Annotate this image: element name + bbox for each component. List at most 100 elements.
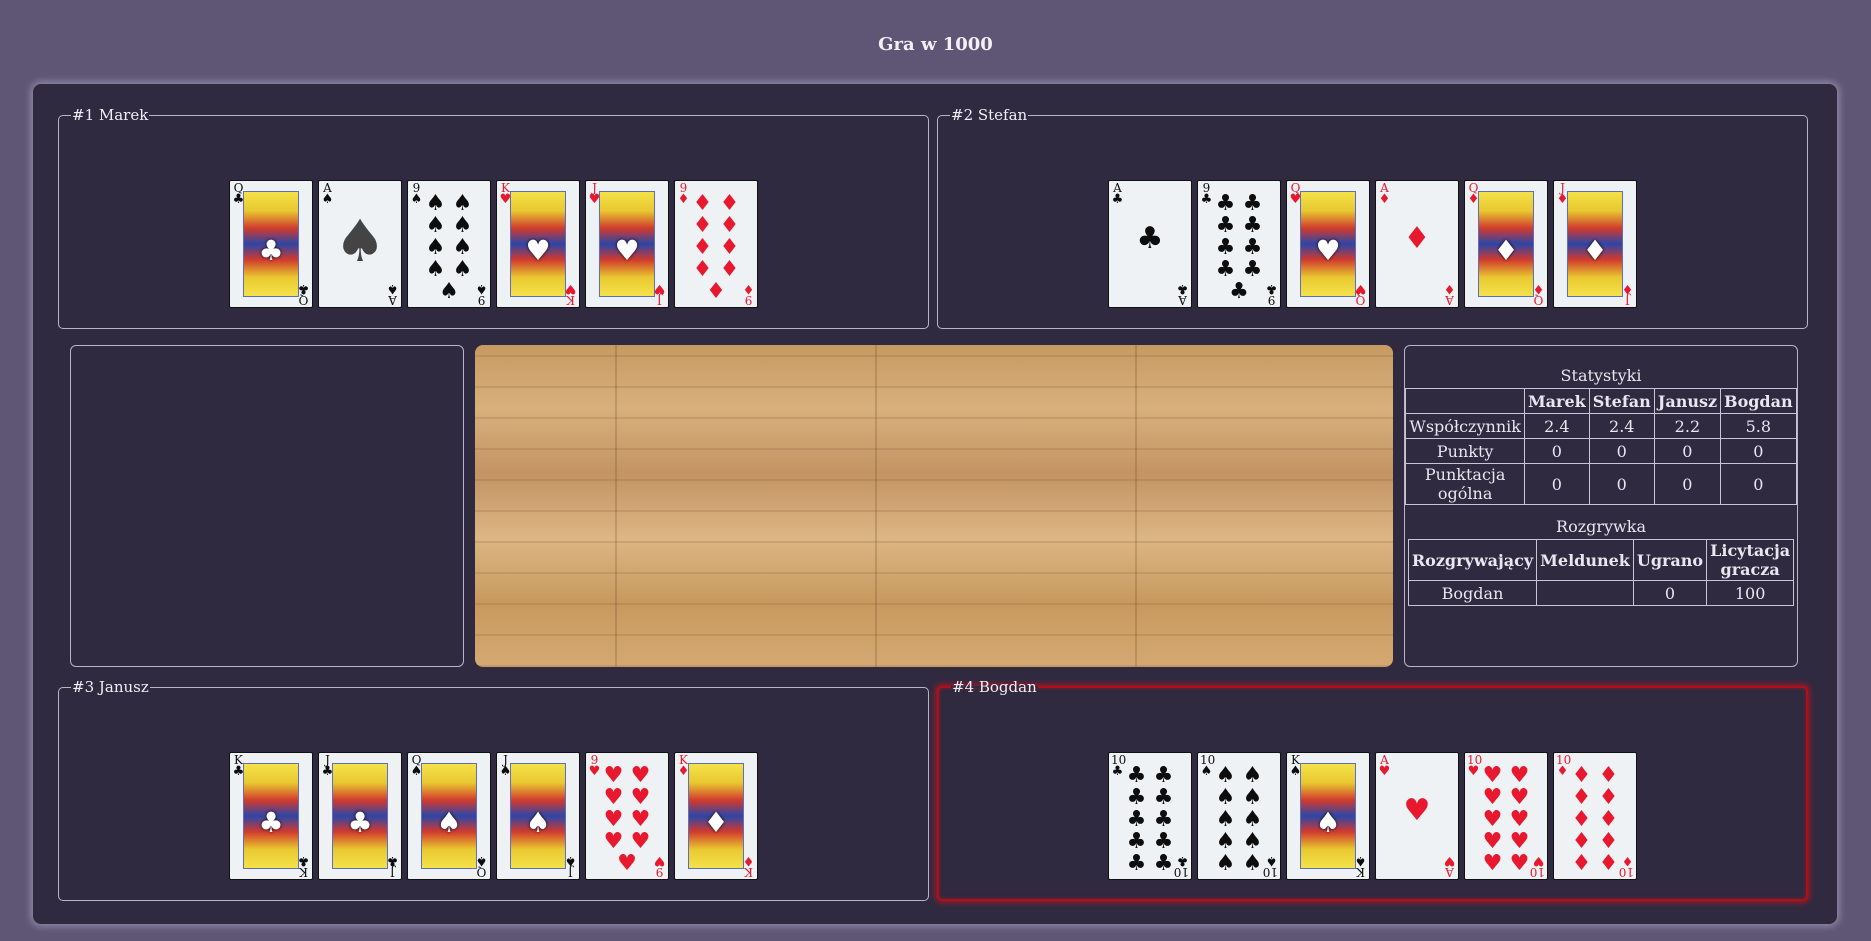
card-10-of-spades[interactable]: 10 ♠ ♠ ♠ ♠ ♠ ♠ ♠ ♠ ♠ ♠ ♠ 10 ♠ bbox=[1197, 752, 1281, 880]
card-k-of-clubs[interactable]: K ♣ ♣ K ♣ bbox=[229, 752, 313, 880]
card-pips: ♥ ♥ ♥ ♥ ♥ ♥ ♥ ♥ ♥ ♥ bbox=[1479, 763, 1533, 875]
card-k-of-spades[interactable]: K ♠ ♠ K ♠ bbox=[1286, 752, 1370, 880]
suit-icon: ♣ bbox=[1242, 191, 1263, 216]
suit-icon: ♠ bbox=[436, 806, 462, 839]
card-a-of-clubs[interactable]: A ♣ ♣ A ♣ bbox=[1108, 180, 1192, 308]
suit-icon: ♥ bbox=[1482, 851, 1503, 876]
suit-icon: ♠ bbox=[525, 806, 551, 839]
card-index: Q ♦ bbox=[1532, 281, 1545, 307]
round-header: Ugrano bbox=[1632, 539, 1708, 581]
suit-icon: ♦ bbox=[1571, 763, 1592, 788]
card-index: K ♥ bbox=[564, 281, 577, 307]
suit-icon: ♦ bbox=[719, 213, 740, 238]
player-legend: #1 Marek bbox=[72, 106, 149, 124]
card-q-of-hearts[interactable]: Q ♥ ♥ Q ♥ bbox=[1286, 180, 1370, 308]
suit-icon: ♠ bbox=[1242, 851, 1263, 876]
card-10-of-diamonds[interactable]: 10 ♦ ♦ ♦ ♦ ♦ ♦ ♦ ♦ ♦ ♦ ♦ 10 ♦ bbox=[1553, 752, 1637, 880]
card-9-of-diamonds[interactable]: 9 ♦ ♦ ♦ ♦ ♦ ♦ ♦ ♦ ♦ ♦ 9 ♦ bbox=[674, 180, 758, 308]
suit-icon: ♠ bbox=[1242, 763, 1263, 788]
suit-icon: ♣ bbox=[1126, 851, 1147, 876]
card-k-of-diamonds[interactable]: K ♦ ♦ K ♦ bbox=[674, 752, 758, 880]
suit-icon: ♦ bbox=[1571, 807, 1592, 832]
suit-icon: ♠ bbox=[1242, 785, 1263, 810]
player-area-marek: #1 Marek Q ♣ ♣ Q ♣ A ♠ ♠ A ♠ 9 ♠ ♠ ♠ ♠ ♠ ♠ ♠ ♠ ♠ ♠ 9 ♠ K ♥ ♥ K ♥ J ♥ ♥… bbox=[58, 106, 929, 329]
card-table[interactable] bbox=[475, 345, 1393, 667]
suit-icon: ♥ bbox=[1482, 763, 1503, 788]
stats-cell: Współczynnik bbox=[1405, 413, 1525, 439]
stats-header: Stefan bbox=[1588, 388, 1655, 414]
suit-icon: ♠ bbox=[475, 853, 488, 868]
card-9-of-clubs[interactable]: 9 ♣ ♣ ♣ ♣ ♣ ♣ ♣ ♣ ♣ ♣ 9 ♣ bbox=[1197, 180, 1281, 308]
suit-icon: ♦ bbox=[692, 213, 713, 238]
player-legend: #2 Stefan bbox=[951, 106, 1028, 124]
suit-icon: ♣ bbox=[1215, 235, 1236, 260]
card-q-of-diamonds[interactable]: Q ♦ ♦ Q ♦ bbox=[1464, 180, 1548, 308]
suit-icon: ♣ bbox=[1126, 829, 1147, 854]
suit-icon: ♥ bbox=[653, 853, 666, 868]
round-cell: 0 bbox=[1632, 580, 1708, 606]
card-10-of-hearts[interactable]: 10 ♥ ♥ ♥ ♥ ♥ ♥ ♥ ♥ ♥ ♥ ♥ 10 ♥ bbox=[1464, 752, 1548, 880]
round-cell bbox=[1536, 580, 1634, 606]
suit-icon: ♠ bbox=[425, 257, 446, 282]
card-index: K ♦ bbox=[742, 853, 755, 879]
suit-icon: ♦ bbox=[1571, 785, 1592, 810]
card-index: A ♠ bbox=[321, 182, 334, 206]
suit-icon: ♠ bbox=[1215, 763, 1236, 788]
suit-icon: ♥ bbox=[1482, 807, 1503, 832]
suit-icon: ♦ bbox=[1378, 192, 1391, 207]
suit-icon: ♠ bbox=[452, 213, 473, 238]
card-a-of-spades[interactable]: A ♠ ♠ A ♠ bbox=[318, 180, 402, 308]
stats-caption: Statystyki bbox=[1560, 366, 1642, 385]
suit-icon: ♦ bbox=[1598, 763, 1619, 788]
stats-header: Marek bbox=[1523, 388, 1590, 414]
card-index: 9 ♥ bbox=[653, 853, 666, 879]
suit-icon: ♠ bbox=[425, 213, 446, 238]
round-header: Meldunek bbox=[1536, 539, 1634, 581]
stats-cell: Punktacja ogólna bbox=[1405, 463, 1525, 505]
suit-icon: ♥ bbox=[617, 851, 637, 876]
player-hand: A ♣ ♣ A ♣ 9 ♣ ♣ ♣ ♣ ♣ ♣ ♣ ♣ ♣ ♣ 9 ♣ Q ♥ ♥ Q ♥ A ♦ ♦ A ♦ Q ♦ ♦ Q ♦ J ♦ ♦ J ♦ bbox=[938, 180, 1807, 308]
round-table: Rozgrywający Meldunek Ugrano Licytacja g… bbox=[1407, 539, 1795, 606]
card-k-of-hearts[interactable]: K ♥ ♥ K ♥ bbox=[496, 180, 580, 308]
card-j-of-clubs[interactable]: J ♣ ♣ J ♣ bbox=[318, 752, 402, 880]
card-j-of-spades[interactable]: J ♠ ♠ J ♠ bbox=[496, 752, 580, 880]
suit-icon: ♠ bbox=[439, 279, 459, 304]
suit-icon: ♠ bbox=[452, 235, 473, 260]
suit-icon: ♠ bbox=[425, 235, 446, 260]
card-pips: ♥ ♥ ♥ ♥ ♥ ♥ ♥ ♥ ♥ bbox=[600, 765, 654, 875]
card-a-of-hearts[interactable]: A ♥ ♥ A ♥ bbox=[1375, 752, 1459, 880]
round-caption: Rozgrywka bbox=[1556, 517, 1646, 536]
card-q-of-clubs[interactable]: Q ♣ ♣ Q ♣ bbox=[229, 180, 313, 308]
card-pips: ♦ ♦ ♦ ♦ ♦ ♦ ♦ ♦ ♦ bbox=[689, 193, 743, 303]
card-j-of-diamonds[interactable]: J ♦ ♦ J ♦ bbox=[1553, 180, 1637, 308]
suit-icon: ♥ bbox=[630, 807, 651, 832]
face-card-portrait: ♠ bbox=[1300, 763, 1356, 869]
suit-icon: ♠ bbox=[1215, 807, 1236, 832]
suit-icon: ♥ bbox=[1509, 785, 1530, 810]
suit-icon: ♦ bbox=[1571, 829, 1592, 854]
card-pips: ♣ ♣ ♣ ♣ ♣ ♣ ♣ ♣ ♣ bbox=[1212, 191, 1266, 303]
card-a-of-diamonds[interactable]: A ♦ ♦ A ♦ bbox=[1375, 180, 1459, 308]
card-j-of-hearts[interactable]: J ♥ ♥ J ♥ bbox=[585, 180, 669, 308]
card-q-of-spades[interactable]: Q ♠ ♠ Q ♠ bbox=[407, 752, 491, 880]
player-area-janusz: #3 Janusz K ♣ ♣ K ♣ J ♣ ♣ J ♣ Q ♠ ♠ Q ♠ J ♠ ♠ J ♠ 9 ♥ ♥ ♥ ♥ ♥ ♥ ♥ ♥ ♥… bbox=[58, 678, 929, 901]
card-index: A ♣ bbox=[1176, 281, 1189, 307]
card-pips: ♠ ♠ ♠ ♠ ♠ ♠ ♠ ♠ ♠ bbox=[422, 193, 476, 303]
suit-icon: ♠ bbox=[334, 207, 386, 275]
stats-cell: 0 bbox=[1588, 438, 1655, 464]
card-index: A ♥ bbox=[1443, 853, 1456, 879]
left-info-panel bbox=[70, 345, 464, 667]
card-9-of-hearts[interactable]: 9 ♥ ♥ ♥ ♥ ♥ ♥ ♥ ♥ ♥ ♥ 9 ♥ bbox=[585, 752, 669, 880]
suit-icon: ♥ bbox=[1509, 829, 1530, 854]
card-pips: ♠ ♠ ♠ ♠ ♠ ♠ ♠ ♠ ♠ ♠ bbox=[1212, 763, 1266, 875]
player-hand: K ♣ ♣ K ♣ J ♣ ♣ J ♣ Q ♠ ♠ Q ♠ J ♠ ♠ J ♠ 9 ♥ ♥ ♥ ♥ ♥ ♥ ♥ ♥ ♥ ♥ 9 ♥ K ♦ ♦ K ♦ bbox=[59, 752, 928, 880]
card-index: J ♥ bbox=[653, 281, 666, 307]
card-index: 9 ♦ bbox=[742, 281, 755, 307]
suit-icon: ♦ bbox=[706, 279, 726, 304]
stats-cell: Punkty bbox=[1405, 438, 1525, 464]
card-9-of-spades[interactable]: 9 ♠ ♠ ♠ ♠ ♠ ♠ ♠ ♠ ♠ ♠ 9 ♠ bbox=[407, 180, 491, 308]
card-index: A ♥ bbox=[1378, 754, 1391, 778]
card-10-of-clubs[interactable]: 10 ♣ ♣ ♣ ♣ ♣ ♣ ♣ ♣ ♣ ♣ ♣ 10 ♣ bbox=[1108, 752, 1192, 880]
stats-header: Bogdan bbox=[1720, 388, 1797, 414]
suit-icon: ♦ bbox=[1598, 851, 1619, 876]
